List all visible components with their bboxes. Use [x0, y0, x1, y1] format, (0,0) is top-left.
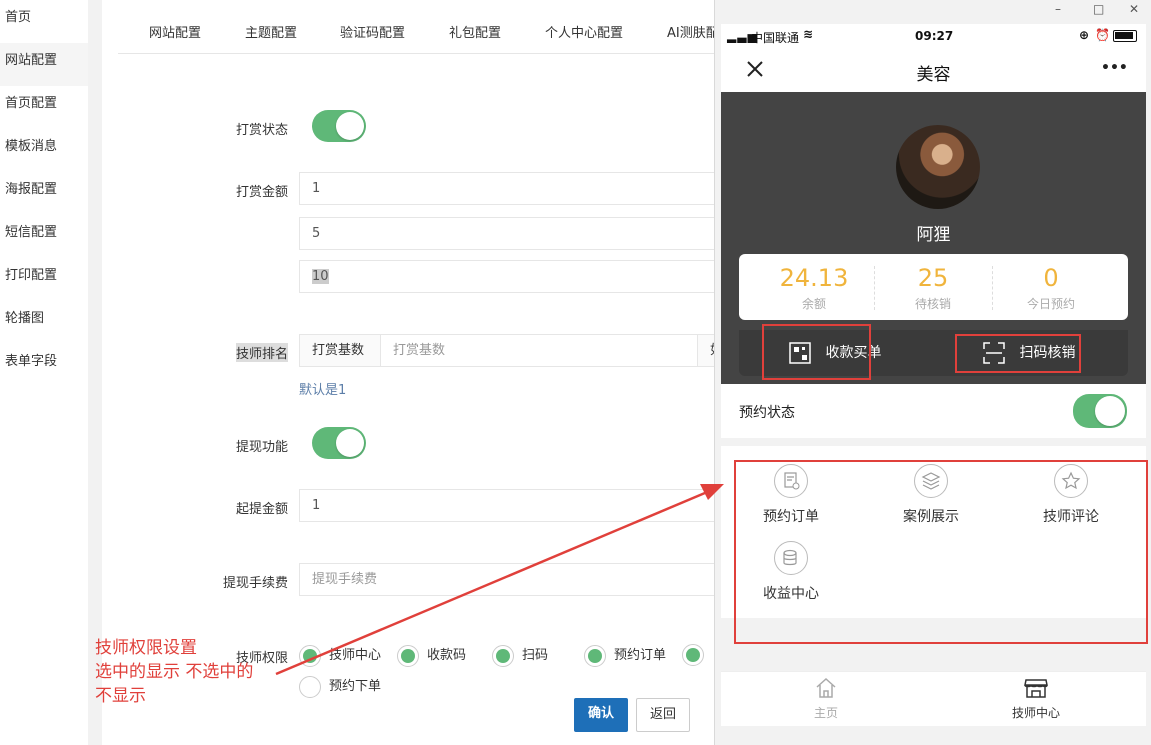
close-window-icon[interactable]: ✕	[1129, 2, 1139, 16]
reward-base-hint: 默认是1	[299, 383, 347, 398]
checkbox-checked-icon	[584, 644, 606, 667]
minimize-icon[interactable]: –	[1055, 2, 1061, 16]
sidebar-item-template-msg[interactable]: 模板消息	[0, 129, 88, 172]
time-text: 09:27	[915, 29, 954, 43]
tab-theme-config[interactable]: 主题配置	[245, 22, 297, 41]
tabbar-tech-center[interactable]: 技师中心	[986, 676, 1086, 721]
bottom-tab-bar: 主页 技师中心	[721, 671, 1146, 726]
perm-option-label: 预约下单	[329, 679, 382, 694]
confirm-button[interactable]: 确认	[574, 698, 628, 732]
sidebar-item-form-fields[interactable]: 表单字段	[0, 344, 88, 387]
sidebar-item-sms-config[interactable]: 短信配置	[0, 215, 88, 258]
nav-title: 美容	[916, 65, 951, 85]
checkbox-checked-icon	[299, 644, 321, 667]
home-icon	[816, 677, 836, 698]
perm-option-scan[interactable]: 扫码	[492, 644, 548, 667]
reward-amount-input-2[interactable]: 5	[299, 217, 718, 250]
back-button[interactable]: 返回	[636, 698, 690, 732]
sidebar: 首页 网站配置 首页配置 模板消息 海报配置 短信配置 打印配置 轮播图 表单字…	[0, 0, 88, 745]
wifi-icon: ≋	[803, 27, 814, 41]
alarm-icon: ⏰	[1095, 28, 1110, 42]
tab-ai-skin-config[interactable]: AI测肤配	[667, 22, 718, 41]
stat-pending-label: 待核销	[914, 297, 951, 311]
min-withdraw-input[interactable]: 1	[299, 489, 718, 522]
tabbar-label: 技师中心	[1011, 706, 1060, 720]
booking-status-label: 预约状态	[739, 405, 795, 421]
perm-option-tech-center[interactable]: 技师中心	[299, 644, 381, 667]
perm-option-label: 技师中心	[329, 648, 382, 663]
sidebar-item-home-config[interactable]: 首页配置	[0, 86, 88, 129]
fee-input[interactable]: 提现手续费	[299, 563, 718, 596]
store-icon	[1024, 679, 1048, 698]
reward-base-prefix: 打赏基数	[299, 334, 381, 367]
reward-amount-value-3: 10	[312, 269, 329, 284]
perm-option-book-order[interactable]: 预约下单	[299, 675, 381, 698]
checkbox-checked-icon	[397, 644, 419, 667]
reward-amount-label: 打赏金额	[236, 185, 289, 200]
stat-balance[interactable]: 24.13 余额	[755, 254, 873, 312]
withdraw-toggle[interactable]	[312, 427, 366, 459]
stat-balance-value: 24.13	[779, 264, 849, 292]
stats-card: 24.13 余额 25 待核销 0 今日预约	[739, 254, 1128, 320]
reward-status-label: 打赏状态	[236, 123, 289, 138]
tabbar-home[interactable]: 主页	[776, 676, 876, 721]
config-tabs: 网站配置 主题配置 验证码配置 礼包配置 个人中心配置 AI测肤配	[118, 16, 718, 54]
status-bar: ▂▃▅ 中国联通 ≋ 09:27 ⊕ ⏰	[721, 24, 1146, 48]
window-bar: – □ ✕	[715, 0, 1151, 24]
carrier-text: 中国联通	[751, 31, 800, 45]
perm-option-booking-orders[interactable]: 预约订单	[584, 644, 666, 667]
tab-site-config[interactable]: 网站配置	[149, 22, 201, 41]
stat-today-label: 今日预约	[1026, 297, 1075, 311]
highlight-collect-payment	[762, 324, 871, 380]
checkbox-unchecked-icon	[299, 675, 321, 698]
min-withdraw-label: 起提金额	[236, 502, 289, 517]
tab-captcha-config[interactable]: 验证码配置	[340, 22, 405, 41]
reward-status-toggle[interactable]	[312, 110, 366, 142]
booking-status-toggle[interactable]	[1073, 394, 1127, 428]
more-icon[interactable]: •••	[1101, 60, 1128, 76]
battery-icon	[1113, 30, 1137, 42]
reward-amount-input-3[interactable]: 10	[299, 260, 718, 293]
sidebar-item-poster-config[interactable]: 海报配置	[0, 172, 88, 215]
settings-panel: 网站配置 主题配置 验证码配置 礼包配置 个人中心配置 AI测肤配 打赏状态 打…	[102, 0, 718, 745]
checkbox-checked-icon	[682, 644, 704, 666]
annotation-line-1: 技师权限设置	[95, 638, 197, 658]
lock-rotation-icon: ⊕	[1079, 28, 1090, 42]
tab-gift-config[interactable]: 礼包配置	[449, 22, 501, 41]
perm-option-label: 预约订单	[614, 648, 667, 663]
perm-option-5[interactable]	[682, 644, 712, 666]
user-name: 阿狸	[916, 225, 951, 245]
stat-balance-label: 余额	[801, 297, 826, 311]
withdraw-label: 提现功能	[236, 440, 289, 455]
stat-pending-value: 25	[917, 264, 949, 292]
maximize-icon[interactable]: □	[1093, 2, 1104, 16]
reward-base-input[interactable]: 打赏基数	[380, 334, 698, 367]
stat-today[interactable]: 0 今日预约	[992, 254, 1110, 312]
reward-amount-input-1[interactable]: 1	[299, 172, 718, 205]
tab-profile-config[interactable]: 个人中心配置	[545, 22, 623, 41]
annotation-line-2: 选中的显示 不选中的	[95, 662, 254, 682]
highlight-scan-verify	[955, 334, 1081, 373]
annotation-line-3: 不显示	[95, 686, 146, 706]
perm-option-label: 扫码	[522, 648, 549, 663]
stat-today-value: 0	[1043, 264, 1059, 292]
tech-rank-label: 技师排名	[236, 343, 289, 362]
annotation-note: 技师权限设置 选中的显示 不选中的 不显示	[95, 636, 253, 708]
nav-bar: 美容 •••	[721, 48, 1146, 92]
stat-pending[interactable]: 25 待核销	[874, 254, 992, 312]
perm-option-label: 收款码	[427, 648, 467, 663]
avatar[interactable]	[896, 125, 980, 209]
sidebar-item-home[interactable]: 首页	[0, 0, 88, 43]
tabbar-label: 主页	[813, 706, 838, 720]
main-area: 网站配置 主题配置 验证码配置 礼包配置 个人中心配置 AI测肤配 打赏状态 打…	[88, 0, 718, 745]
highlight-function-grid	[734, 460, 1148, 644]
perm-option-collect-code[interactable]: 收款码	[397, 644, 466, 667]
booking-status-row: 预约状态	[721, 384, 1146, 438]
fee-label: 提现手续费	[223, 576, 289, 591]
checkbox-checked-icon	[492, 644, 514, 667]
sidebar-item-print-config[interactable]: 打印配置	[0, 258, 88, 301]
sidebar-item-site-config[interactable]: 网站配置	[0, 43, 88, 86]
sidebar-item-carousel[interactable]: 轮播图	[0, 301, 88, 344]
